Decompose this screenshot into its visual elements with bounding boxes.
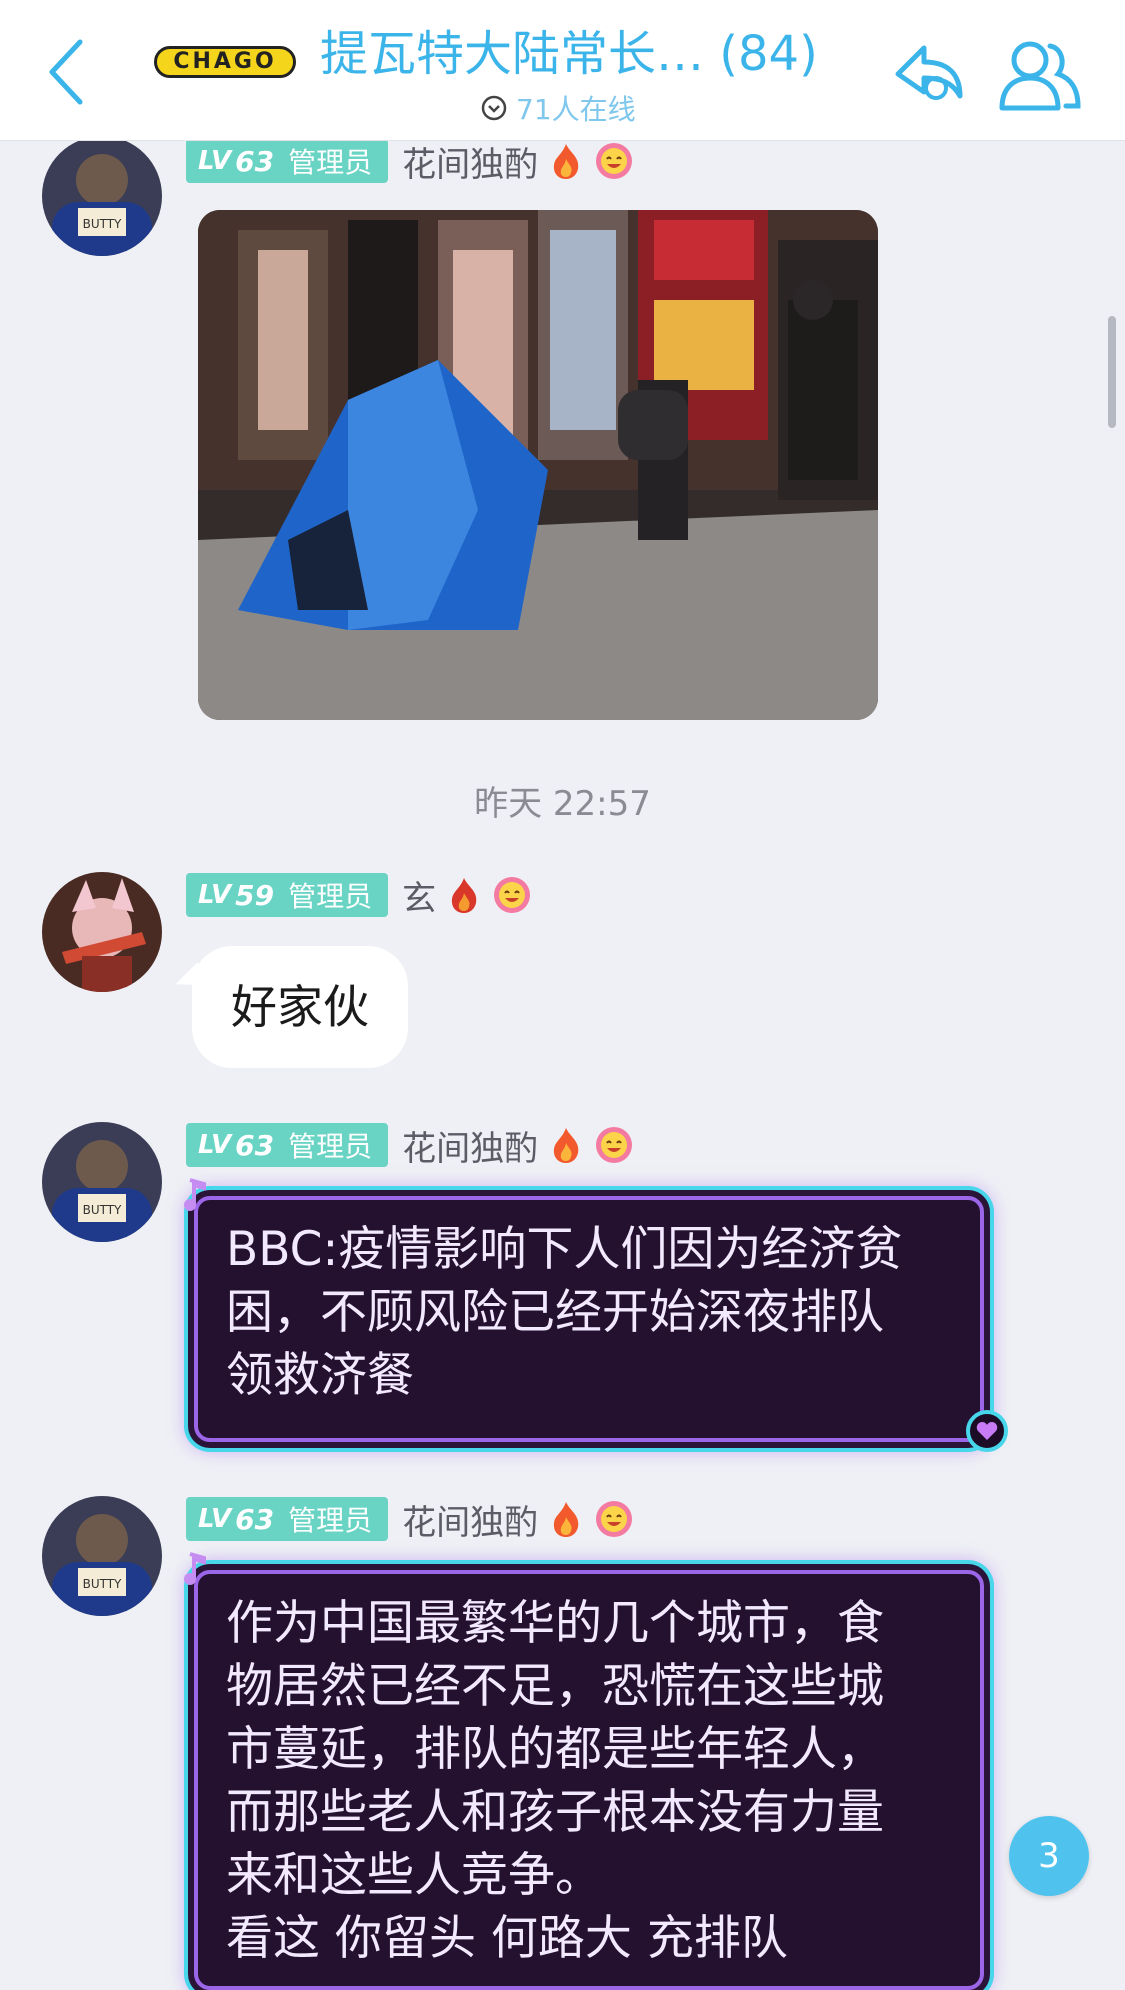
fire-icon [553,1128,579,1163]
check-circle-icon [481,95,507,121]
nickname[interactable]: 花间独酌 [402,1495,538,1544]
avatar[interactable] [42,872,162,992]
message-meta: LV 63 管理员 花间独酌 [186,1494,634,1544]
message-bubble[interactable]: 作为中国最繁华的几个城市，食 物居然已经不足，恐慌在这些城 市蔓延，排队的都是些… [194,1570,984,1990]
music-note-icon [184,1552,206,1585]
online-status: 71人在线 [480,88,636,128]
smiley-flower-icon [596,1127,633,1163]
message-line: 领救济餐 [226,1348,414,1403]
members-icon[interactable] [996,36,1082,112]
online-count: 71人在线 [516,93,636,126]
fire-icon [553,144,579,179]
unread-count-button[interactable]: 3 [1009,1816,1089,1896]
fire-icon [553,1502,579,1537]
message-line: 而那些老人和孩子根本没有力量 [226,1785,884,1840]
message-bubble[interactable]: 好家伙 [192,946,408,1068]
message-meta: LV 59 管理员 玄 [186,870,532,920]
message-line: 作为中国最繁华的几个城市，食 [226,1596,884,1651]
level-badge: LV 63 管理员 [186,1497,389,1541]
chat-title[interactable]: 提瓦特大陆常长… (84) [320,22,840,86]
nickname[interactable]: 花间独酌 [402,1121,538,1170]
message-line: 看这 你留头 何路大 充排队 [226,1911,788,1966]
avatar[interactable]: BUTTY [42,136,162,256]
shared-photo[interactable] [198,210,878,720]
scrollbar[interactable] [1108,316,1116,428]
smiley-flower-icon [596,143,633,179]
heart-icon [966,1410,1008,1452]
nickname[interactable]: 玄 [402,871,436,920]
message-line: 物居然已经不足，恐慌在这些城 [226,1659,884,1714]
chat-header: CHAGO 提瓦特大陆常长… (84) 71人在线 [0,0,1125,141]
svg-text:BUTTY: BUTTY [83,1203,122,1217]
message-line: 来和这些人竞争。 [226,1848,602,1903]
level-badge: LV 63 管理员 [186,1123,389,1167]
share-icon[interactable] [890,40,968,110]
timestamp: 昨天 22:57 [474,784,651,824]
svg-text:BUTTY: BUTTY [83,1577,122,1591]
nickname[interactable]: 花间独酌 [402,137,538,186]
message-meta: LV 63 管理员 花间独酌 [186,1120,634,1170]
avatar[interactable]: BUTTY [42,1496,162,1616]
level-badge: LV 59 管理员 [186,873,389,917]
app-logo: CHAGO [154,46,296,78]
smiley-flower-icon [494,877,531,913]
avatar[interactable]: BUTTY [42,1122,162,1242]
music-note-icon [184,1178,206,1211]
message-line: 困，不顾风险已经开始深夜排队 [226,1285,884,1340]
message-bubble[interactable]: BBC:疫情影响下人们因为经济贫 困，不顾风险已经开始深夜排队 领救济餐 [194,1196,984,1442]
smiley-flower-icon [596,1501,633,1537]
message-meta: LV 63 管理员 花间独酌 [186,136,634,186]
fire-icon [451,878,477,913]
level-badge: LV 63 管理员 [186,139,389,183]
message-line: BBC:疫情影响下人们因为经济贫 [226,1222,903,1277]
back-arrow-icon[interactable] [44,36,92,108]
svg-text:BUTTY: BUTTY [83,217,122,231]
message-line: 市蔓延，排队的都是些年轻人， [226,1722,884,1777]
